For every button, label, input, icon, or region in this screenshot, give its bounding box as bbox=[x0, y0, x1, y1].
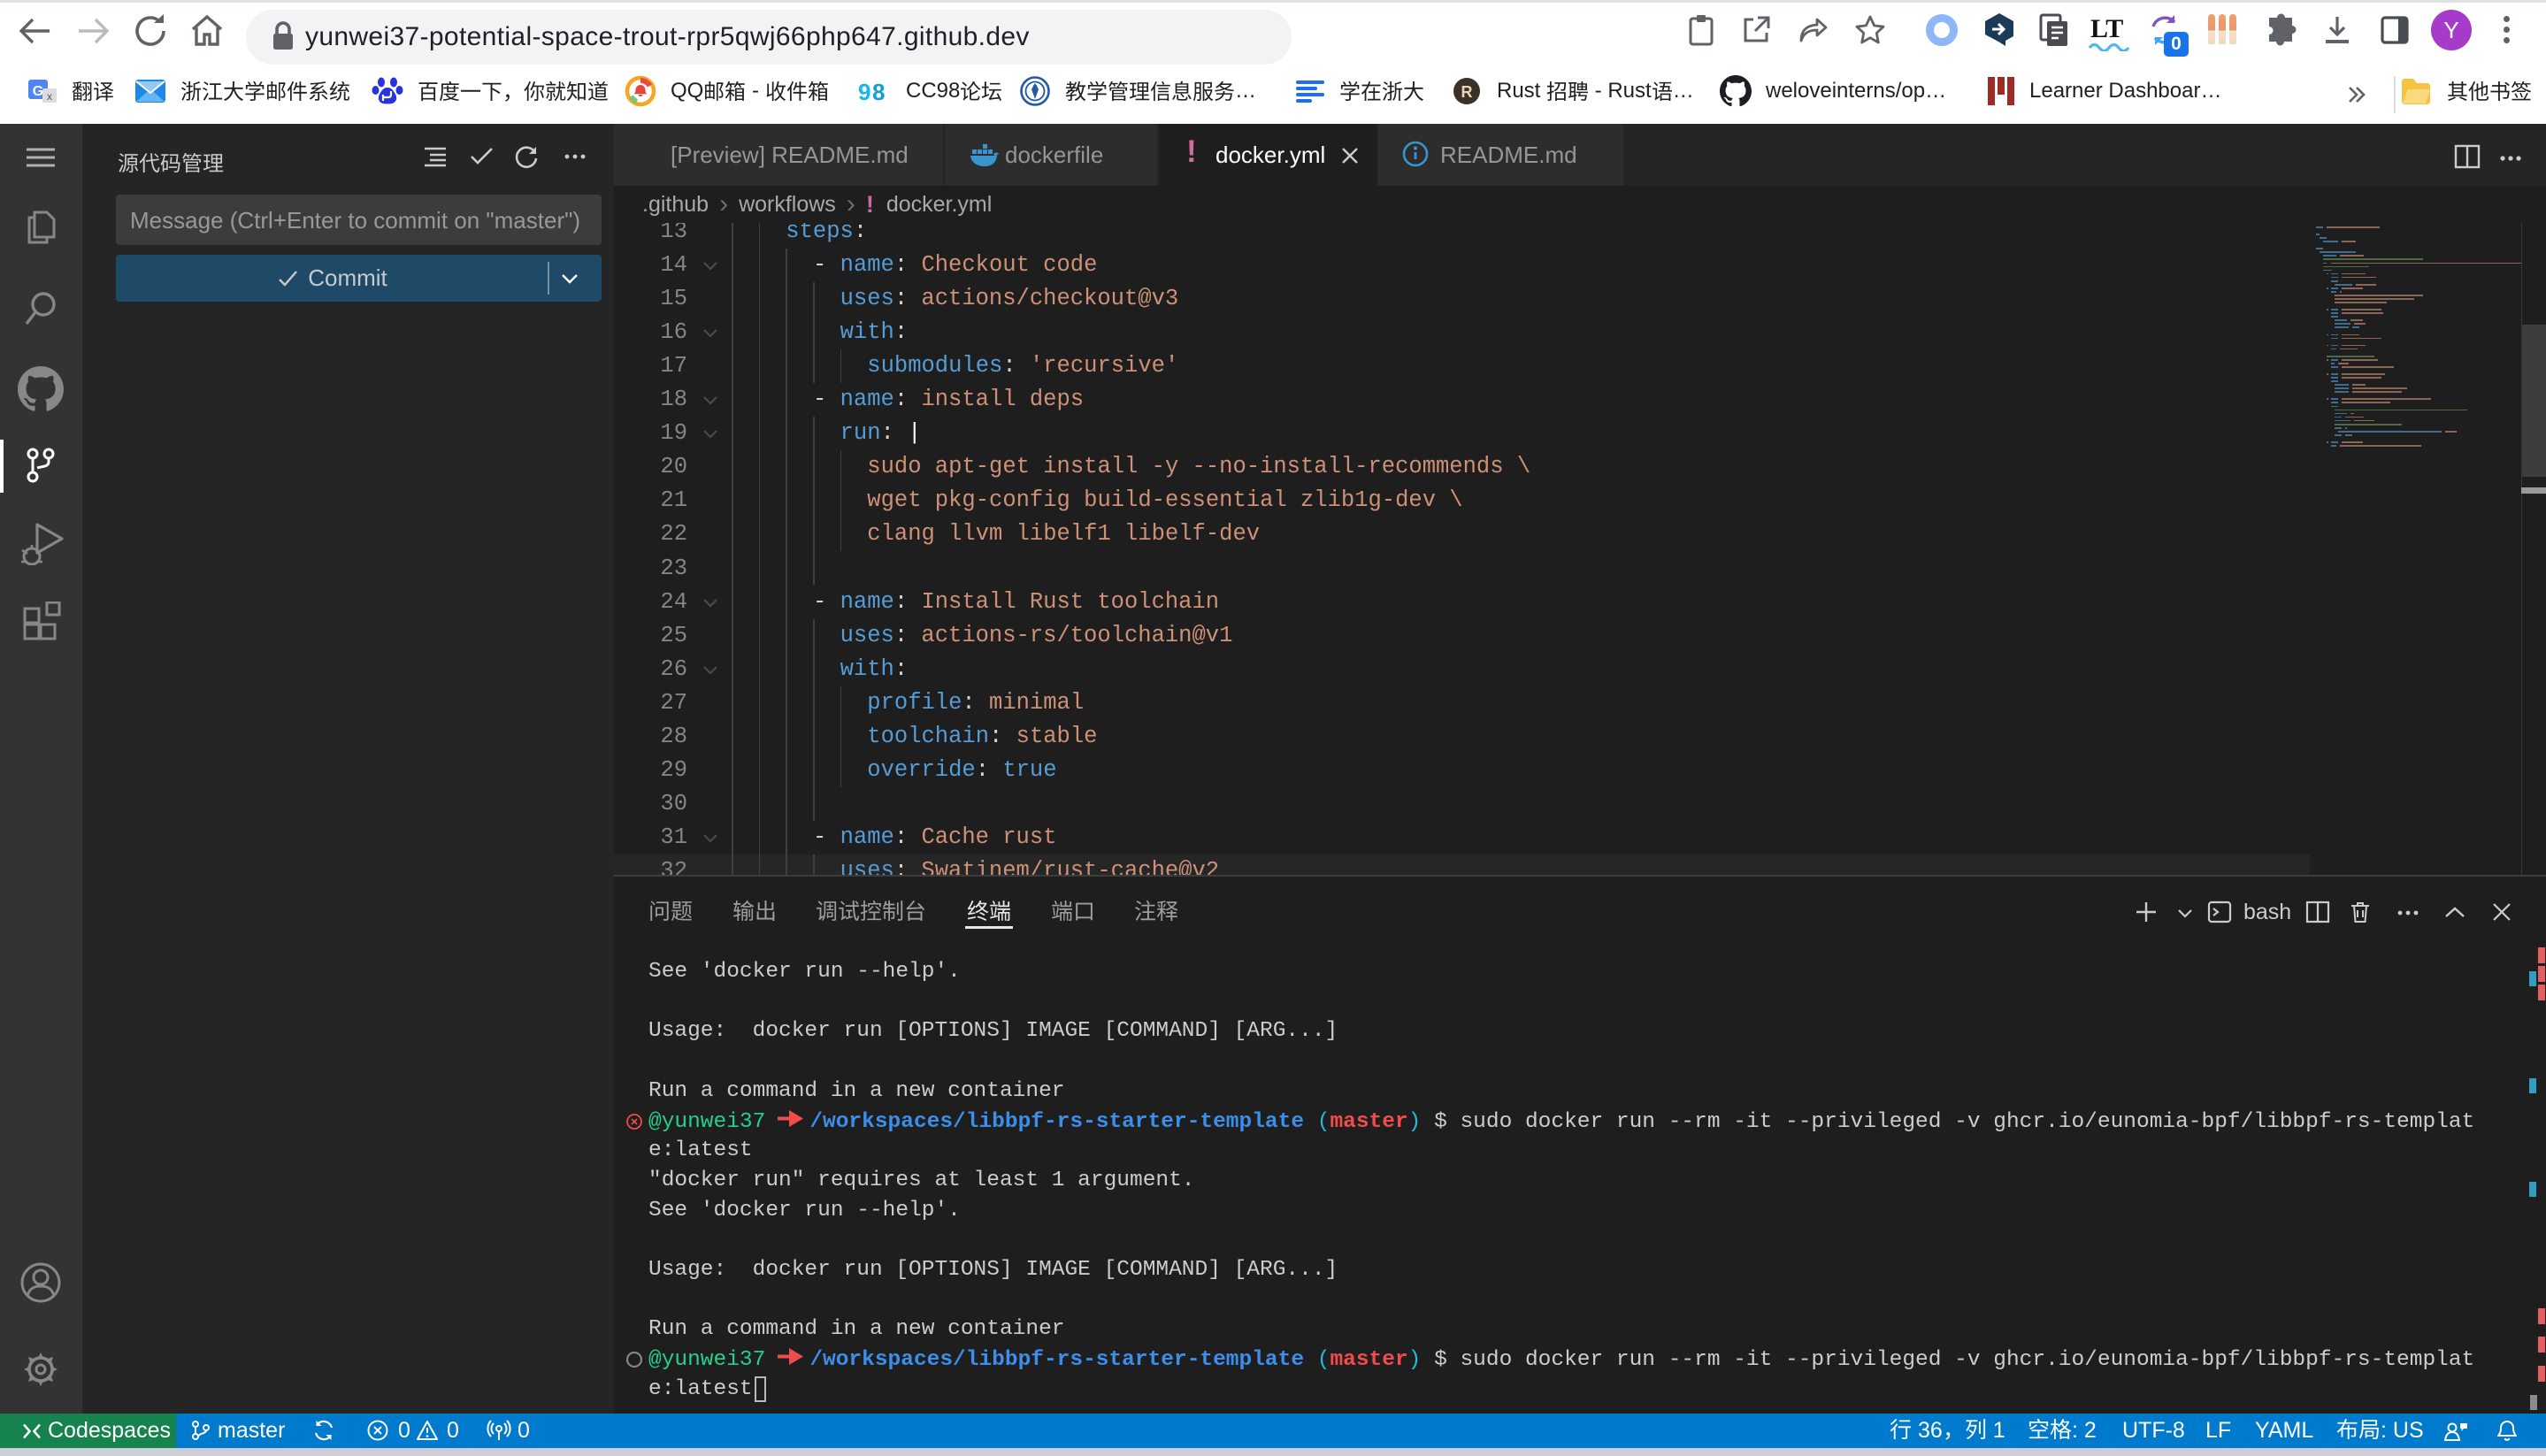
svg-text:x: x bbox=[47, 90, 52, 103]
svg-text:8: 8 bbox=[872, 79, 885, 105]
svg-text:9: 9 bbox=[858, 79, 870, 105]
svg-text:R: R bbox=[1461, 83, 1473, 101]
svg-text:G: G bbox=[33, 84, 43, 99]
